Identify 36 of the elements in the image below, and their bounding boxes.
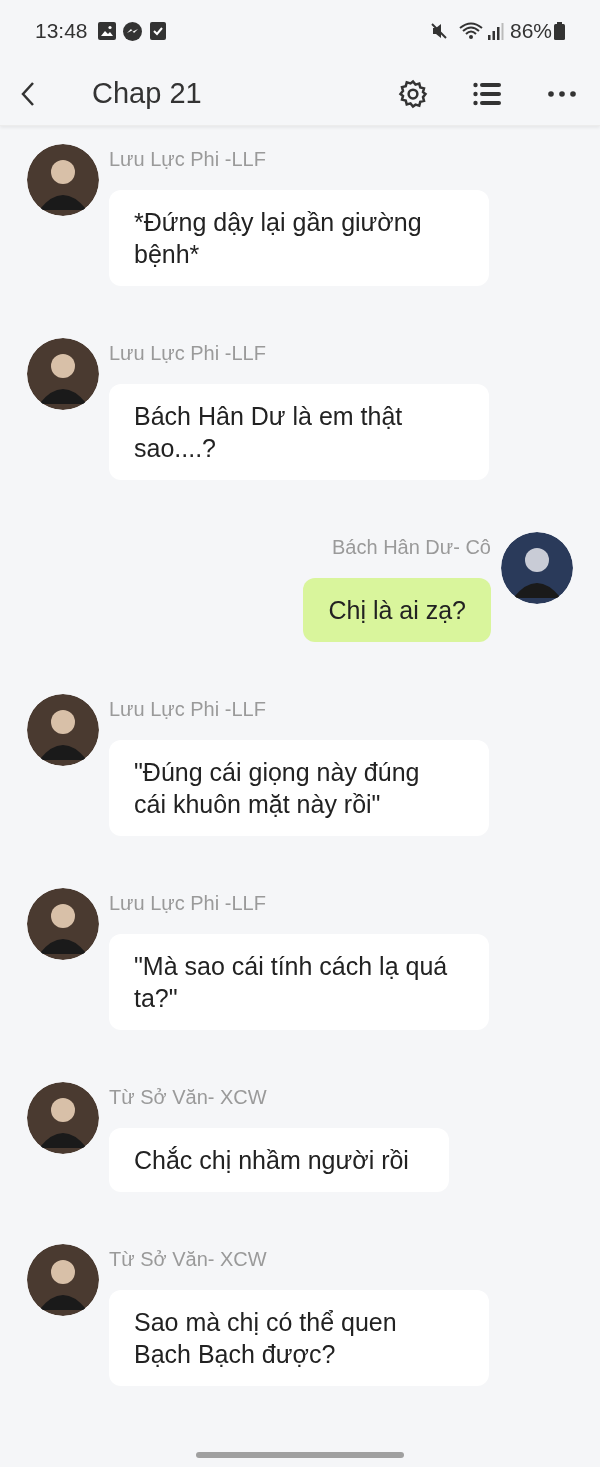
more-icon: [548, 90, 576, 97]
back-icon: [21, 80, 35, 107]
settings-icon: [398, 78, 428, 109]
battery-percent: 86%: [509, 18, 552, 45]
signal-icon: [487, 22, 504, 40]
avatar: [27, 1244, 99, 1316]
message-bubble: *Đứng dậy lại gần giường bệnh*: [109, 190, 489, 286]
status-time: 13:48: [35, 18, 88, 45]
checkbox-icon: [149, 22, 166, 40]
avatar: [27, 338, 99, 410]
list-icon: [473, 81, 501, 106]
sender-name: Lưu Lực Phi -LLF: [109, 341, 266, 366]
avatar: [501, 532, 573, 604]
message-bubble: Chắc chị nhầm người rồi: [109, 1128, 449, 1192]
sender-name: Từ Sở Văn- XCW: [109, 1085, 267, 1110]
chapter-title: Chap 21: [92, 75, 202, 111]
message-bubble: "Đúng cái giọng này đúng cái khuôn mặt này rồi": [109, 740, 489, 836]
message-bubble: Bách Hân Dư là em thật sao....?: [109, 384, 489, 480]
image-icon: [97, 22, 116, 40]
avatar: [27, 694, 99, 766]
message-bubble: Sao mà chị có thể quen Bạch Bạch được?: [109, 1290, 489, 1386]
sender-name: Lưu Lực Phi -LLF: [109, 891, 266, 916]
message-bubble: Chị là ai zạ?: [303, 578, 491, 642]
battery-icon: [554, 22, 565, 40]
wifi-icon: [457, 21, 484, 41]
message-bubble: "Mà sao cái tính cách lạ quá ta?": [109, 934, 489, 1030]
sender-name: Lưu Lực Phi -LLF: [109, 147, 266, 172]
settings-button[interactable]: [397, 77, 429, 110]
avatar: [27, 144, 99, 216]
messenger-icon: [122, 21, 142, 41]
sender-name: Từ Sở Văn- XCW: [109, 1247, 267, 1272]
mute-icon: [429, 22, 448, 40]
avatar: [27, 888, 99, 960]
sender-name: Lưu Lực Phi -LLF: [109, 697, 266, 722]
avatar: [27, 1082, 99, 1154]
sender-name: Bách Hân Dư- Cô: [332, 535, 491, 560]
